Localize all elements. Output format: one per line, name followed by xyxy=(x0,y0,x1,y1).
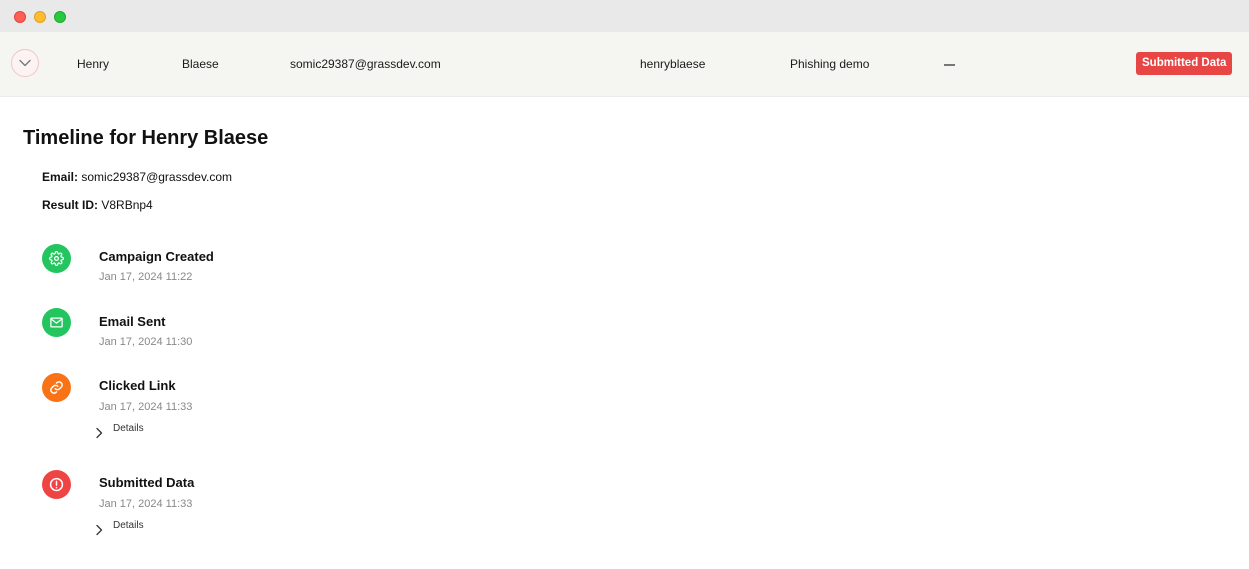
event-title: Submitted Data xyxy=(99,475,195,490)
chevron-right-icon xyxy=(96,427,103,439)
alert-circle-icon xyxy=(49,477,64,492)
link-icon xyxy=(50,381,63,394)
email-value: somic29387@grassdev.com xyxy=(81,170,233,184)
gear-icon xyxy=(49,251,64,266)
event-timestamp: Jan 17, 2024 11:33 xyxy=(99,401,193,413)
reported-empty-indicator xyxy=(944,64,955,66)
timeline-title: Timeline for Henry Blaese xyxy=(23,127,269,149)
envelope-icon xyxy=(50,317,63,328)
event-timestamp: Jan 17, 2024 11:22 xyxy=(99,271,193,283)
event-icon-bg xyxy=(42,470,71,499)
event-title: Clicked Link xyxy=(99,378,176,393)
result-id-value: V8RBnp4 xyxy=(101,198,153,212)
event-icon-bg xyxy=(42,244,71,273)
event-title: Email Sent xyxy=(99,314,166,329)
status-badge[interactable]: Submitted Data xyxy=(1136,52,1233,75)
timeline-event-submitted-data: Submitted Data Jan 17, 2024 11:33 xyxy=(0,0,700,510)
chevron-right-icon xyxy=(96,524,103,536)
event-timestamp: Jan 17, 2024 11:33 xyxy=(99,498,193,510)
details-label: Details xyxy=(113,520,144,531)
details-label: Details xyxy=(113,423,144,434)
result-id-meta: Result ID: V8RBnp4 xyxy=(42,198,153,212)
email-label: Email: xyxy=(42,170,79,184)
event-timestamp: Jan 17, 2024 11:30 xyxy=(99,336,193,348)
result-id-label: Result ID: xyxy=(42,198,99,212)
event-icon-bg xyxy=(42,308,71,337)
position-cell: Phishing demo xyxy=(790,57,870,71)
event-icon-bg xyxy=(42,373,71,402)
email-meta: Email: somic29387@grassdev.com xyxy=(42,170,232,184)
event-title: Campaign Created xyxy=(99,249,214,264)
